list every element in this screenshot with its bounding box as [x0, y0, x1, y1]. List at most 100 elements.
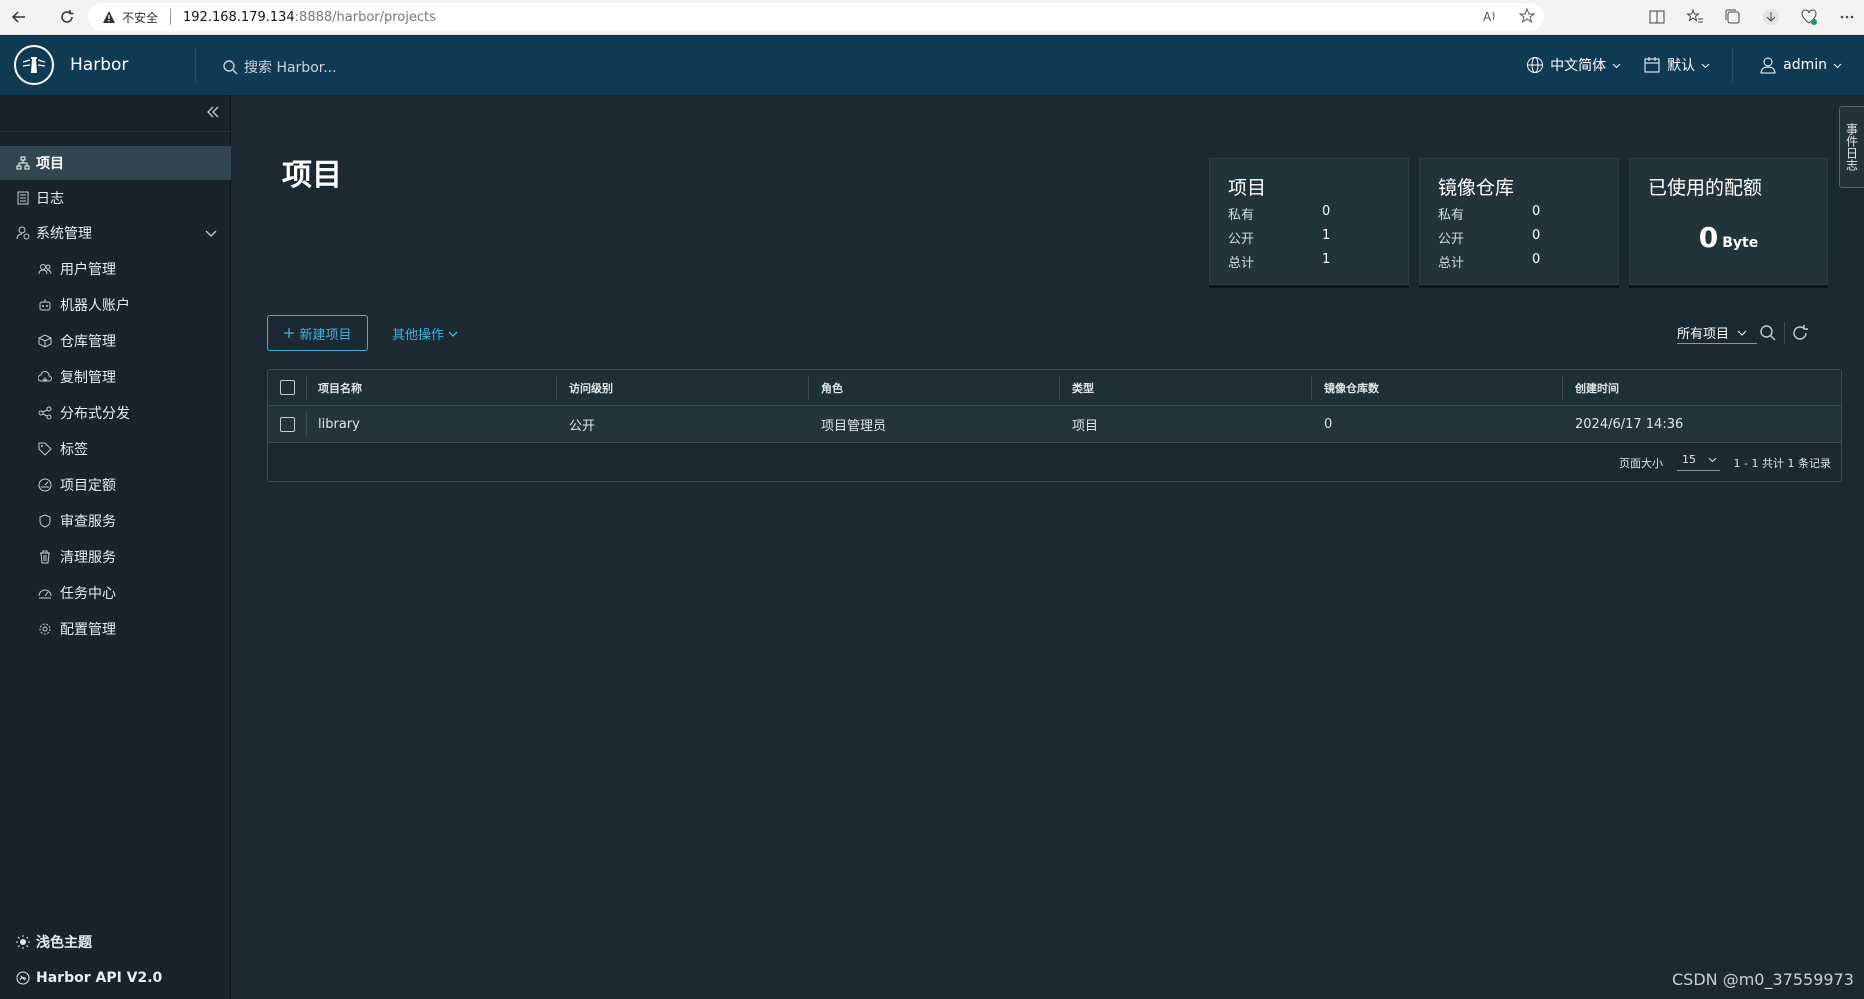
- column-header-created[interactable]: 创建时间: [1575, 370, 1619, 405]
- insecure-label: 不安全: [122, 10, 159, 25]
- other-actions-dropdown[interactable]: 其他操作: [392, 324, 458, 343]
- brand-name[interactable]: Harbor: [70, 55, 128, 75]
- project-name-link[interactable]: library: [318, 406, 360, 442]
- public-count: 0: [1532, 228, 1541, 243]
- replication-icon: [38, 370, 52, 384]
- plus-icon: [283, 327, 295, 339]
- chevron-down-icon: [1708, 455, 1717, 464]
- page-size-select[interactable]: 15: [1677, 449, 1720, 471]
- search-icon[interactable]: [1759, 324, 1777, 342]
- new-project-button[interactable]: 新建项目: [267, 315, 368, 351]
- chevron-down-icon: [1833, 61, 1842, 70]
- api-explorer-link[interactable]: Harbor API V2.0: [0, 963, 231, 993]
- share-icon: [38, 406, 52, 420]
- collapse-sidebar-icon[interactable]: [206, 105, 220, 119]
- row-checkbox[interactable]: [280, 417, 295, 432]
- favorites-icon[interactable]: [1686, 8, 1704, 26]
- api-label: Harbor API V2.0: [36, 970, 163, 986]
- downloads-icon[interactable]: [1762, 8, 1780, 26]
- sidebar-item-label: 复制管理: [60, 370, 116, 386]
- user-menu[interactable]: admin: [1759, 56, 1842, 74]
- select-all-checkbox[interactable]: [280, 380, 295, 395]
- read-aloud-icon[interactable]: A: [1482, 7, 1500, 25]
- sidebar-item-label: 项目: [36, 156, 64, 172]
- column-header-role[interactable]: 角色: [821, 370, 843, 405]
- sidebar-item-interrogation[interactable]: 审查服务: [0, 504, 231, 538]
- refresh-icon[interactable]: [52, 2, 82, 32]
- date-format-dropdown[interactable]: 默认: [1643, 55, 1710, 75]
- search-input[interactable]: 搜索 Harbor...: [244, 57, 337, 77]
- type: 项目: [1072, 418, 1099, 434]
- sidebar-item-job-center[interactable]: 任务中心: [0, 576, 231, 610]
- sidebar-item-users[interactable]: 用户管理: [0, 252, 231, 286]
- sidebar-item-label: 项目定额: [60, 478, 116, 494]
- quota-summary-card: 已使用的配额 0 Byte: [1629, 158, 1828, 285]
- sidebar-item-labels[interactable]: 标签: [0, 432, 231, 466]
- sidebar-item-robots[interactable]: 机器人账户: [0, 288, 231, 322]
- split-screen-icon[interactable]: [1648, 8, 1666, 26]
- trash-icon: [38, 550, 52, 564]
- sidebar-item-label: 配置管理: [60, 622, 116, 638]
- user-icon: [1759, 56, 1777, 74]
- username: admin: [1783, 57, 1827, 73]
- column-header-access[interactable]: 访问级别: [569, 370, 613, 405]
- more-icon[interactable]: [1838, 8, 1856, 26]
- sidebar-item-replications[interactable]: 复制管理: [0, 360, 231, 394]
- address-bar[interactable]: 不安全 192.168.179.134:8888/harbor/projects…: [88, 3, 1544, 31]
- sidebar-item-label: 任务中心: [60, 586, 116, 602]
- total-count: 0: [1532, 252, 1541, 267]
- column-header-name[interactable]: 项目名称: [318, 370, 362, 405]
- chevron-down-icon: [448, 329, 458, 339]
- sidebar-item-label: 仓库管理: [60, 334, 116, 350]
- sidebar-item-registries[interactable]: 仓库管理: [0, 324, 231, 358]
- language-dropdown[interactable]: 中文简体: [1526, 55, 1621, 75]
- card-title: 镜像仓库: [1438, 177, 1515, 199]
- private-count: 0: [1532, 204, 1541, 219]
- table-footer: 页面大小 15 1 - 1 共计 1 条记录: [268, 443, 1841, 482]
- chevron-down-icon[interactable]: [205, 227, 217, 239]
- new-project-label: 新建项目: [299, 327, 352, 343]
- sidebar-item-logs[interactable]: 日志: [0, 181, 231, 215]
- event-log-tab[interactable]: 事件日志: [1839, 106, 1864, 188]
- table-row: library 公开 项目管理员 项目 0 2024/6/17 14:36: [268, 406, 1841, 443]
- watermark: CSDN @m0_37559973: [1672, 970, 1854, 989]
- page-size-value: 15: [1682, 453, 1696, 466]
- theme-toggle[interactable]: 浅色主题: [0, 927, 231, 957]
- theme-toggle-label: 浅色主题: [36, 935, 92, 951]
- sidebar: 项目 日志 系统管理 用户管理 机器人账户 仓库管理 复制管理 分布式分发 标签…: [0, 95, 231, 999]
- collections-icon[interactable]: [1724, 8, 1742, 26]
- globe-icon: [1526, 56, 1544, 74]
- browser-toolbar: 不安全 192.168.179.134:8888/harbor/projects…: [0, 0, 1864, 35]
- sidebar-item-label: 清理服务: [60, 550, 116, 566]
- performance-icon[interactable]: [1800, 8, 1818, 26]
- language-label: 中文简体: [1550, 58, 1607, 74]
- sidebar-item-projects[interactable]: 项目: [0, 146, 231, 180]
- sidebar-item-config[interactable]: 配置管理: [0, 612, 231, 646]
- sidebar-item-label: 系统管理: [36, 226, 92, 242]
- project-filter-select[interactable]: 所有项目: [1677, 322, 1757, 344]
- sidebar-item-label: 日志: [36, 191, 64, 207]
- favorite-star-icon[interactable]: [1518, 7, 1536, 25]
- column-header-type[interactable]: 类型: [1072, 370, 1094, 405]
- api-icon: [16, 971, 30, 985]
- admin-icon: [16, 226, 30, 240]
- sidebar-item-gc[interactable]: 清理服务: [0, 540, 231, 574]
- users-icon: [38, 262, 52, 276]
- sidebar-item-admin[interactable]: 系统管理: [0, 216, 231, 250]
- total-count: 1: [1322, 252, 1331, 267]
- robot-icon: [38, 298, 52, 312]
- sidebar-item-label: 审查服务: [60, 514, 116, 530]
- url-path: :8888/harbor/projects: [294, 9, 436, 25]
- column-header-repo-count[interactable]: 镜像仓库数: [1324, 370, 1379, 405]
- sidebar-item-quotas[interactable]: 项目定额: [0, 468, 231, 502]
- global-search[interactable]: 搜索 Harbor...: [222, 57, 337, 77]
- sidebar-item-distribution[interactable]: 分布式分发: [0, 396, 231, 430]
- refresh-icon[interactable]: [1791, 324, 1809, 342]
- role: 项目管理员: [821, 418, 887, 434]
- back-icon[interactable]: [4, 2, 34, 32]
- search-icon: [222, 59, 238, 75]
- public-label: 公开: [1438, 232, 1465, 247]
- created-time: 2024/6/17 14:36: [1575, 416, 1684, 432]
- sidebar-item-label: 机器人账户: [60, 298, 130, 314]
- harbor-logo-icon[interactable]: [14, 45, 54, 85]
